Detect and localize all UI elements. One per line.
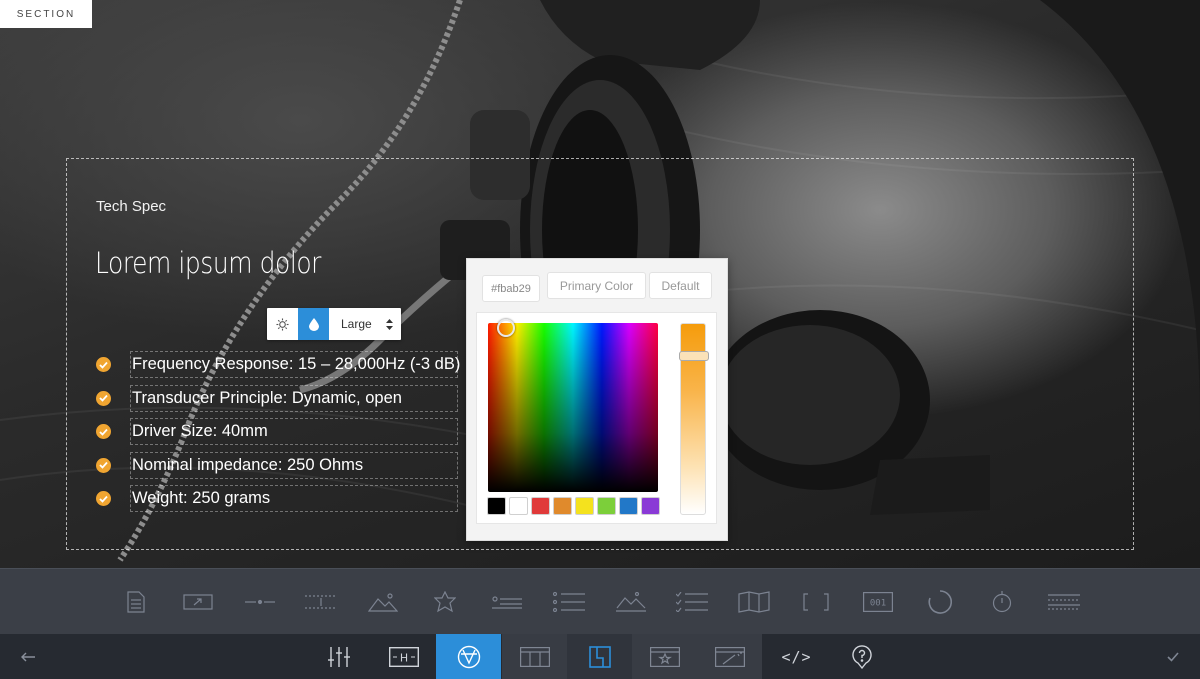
map-icon[interactable] bbox=[736, 589, 772, 615]
swatch-black[interactable] bbox=[487, 497, 506, 515]
spacer-icon[interactable] bbox=[303, 589, 339, 615]
spec-text[interactable]: Transducer Principle: Dynamic, open bbox=[130, 384, 458, 412]
list-item[interactable]: Transducer Principle: Dynamic, open bbox=[96, 382, 458, 416]
code-icon[interactable]: </> bbox=[764, 634, 829, 679]
help-icon[interactable] bbox=[829, 634, 894, 679]
heading-block-icon[interactable]: H bbox=[371, 634, 436, 679]
list-block-icon[interactable] bbox=[489, 589, 525, 615]
check-icon bbox=[96, 457, 111, 473]
check-icon bbox=[96, 424, 111, 440]
color-picker-panel bbox=[476, 312, 717, 524]
swatch-orange[interactable] bbox=[553, 497, 572, 515]
counter-icon[interactable]: 001 bbox=[860, 589, 896, 615]
main-toolbar: H </> bbox=[0, 634, 1200, 679]
spec-text[interactable]: Frequency Response: 15 – 28,000Hz (-3 dB… bbox=[130, 351, 460, 379]
timer-icon[interactable] bbox=[984, 589, 1020, 615]
image-link-icon[interactable] bbox=[180, 589, 216, 615]
lightness-slider[interactable] bbox=[679, 323, 709, 515]
primary-color-button[interactable]: Primary Color bbox=[547, 272, 646, 299]
swatch-red[interactable] bbox=[531, 497, 550, 515]
headline[interactable]: Lorem ipsum dolor bbox=[95, 246, 321, 280]
swatch-blue[interactable] bbox=[619, 497, 638, 515]
swatch-purple[interactable] bbox=[641, 497, 660, 515]
spec-text[interactable]: Weight: 250 grams bbox=[130, 485, 458, 513]
eyebrow-text[interactable]: Tech Spec bbox=[96, 198, 166, 215]
list-item[interactable]: Nominal impedance: 250 Ohms bbox=[96, 449, 458, 483]
spec-list: Frequency Response: 15 – 28,000Hz (-3 dB… bbox=[96, 348, 460, 516]
color-picker-handle[interactable] bbox=[497, 319, 515, 337]
size-select-value: Large bbox=[341, 317, 372, 331]
sliders-icon[interactable] bbox=[306, 634, 371, 679]
spec-text[interactable]: Nominal impedance: 250 Ohms bbox=[130, 451, 458, 479]
bullet-list-icon[interactable] bbox=[551, 589, 587, 615]
hex-value-field[interactable]: #fbab29 bbox=[482, 275, 540, 302]
image-icon[interactable] bbox=[365, 589, 401, 615]
design-style-icon[interactable] bbox=[436, 634, 501, 679]
gallery-icon[interactable] bbox=[613, 589, 649, 615]
list-item[interactable]: Frequency Response: 15 – 28,000Hz (-3 dB… bbox=[96, 348, 460, 382]
list-item[interactable]: Weight: 250 grams bbox=[96, 482, 458, 516]
text-style-toolbar: Large bbox=[267, 308, 401, 340]
section-tag[interactable]: SECTION bbox=[0, 0, 92, 28]
list-item[interactable]: Driver Size: 40mm bbox=[96, 415, 458, 449]
element-tray: 001 bbox=[0, 568, 1200, 634]
color-picker: #fbab29 Primary Color Default bbox=[466, 258, 728, 541]
checklist-icon[interactable] bbox=[674, 589, 710, 615]
check-icon bbox=[96, 357, 111, 373]
default-color-button[interactable]: Default bbox=[649, 272, 712, 299]
magic-wand-block-icon[interactable] bbox=[697, 634, 762, 679]
circle-progress-icon[interactable] bbox=[922, 589, 958, 615]
brackets-icon[interactable] bbox=[798, 589, 834, 615]
featured-block-icon[interactable] bbox=[632, 634, 697, 679]
lightness-slider-handle[interactable] bbox=[679, 351, 709, 361]
droplet-icon[interactable] bbox=[298, 308, 329, 340]
heading-block-label: H bbox=[399, 651, 407, 664]
star-badge-icon[interactable] bbox=[427, 589, 463, 615]
swatch-yellow[interactable] bbox=[575, 497, 594, 515]
confirm-check-icon[interactable] bbox=[1146, 634, 1200, 679]
divider-icon[interactable] bbox=[242, 589, 278, 615]
document-icon[interactable] bbox=[118, 589, 154, 615]
code-label: </> bbox=[781, 647, 812, 666]
sun-icon[interactable] bbox=[267, 308, 298, 340]
swatch-green[interactable] bbox=[597, 497, 616, 515]
counter-label: 001 bbox=[870, 599, 886, 609]
check-icon bbox=[96, 491, 111, 507]
swatch-row bbox=[487, 497, 660, 515]
swatch-white[interactable] bbox=[509, 497, 528, 515]
lines-icon[interactable] bbox=[1046, 589, 1082, 615]
spec-text[interactable]: Driver Size: 40mm bbox=[130, 418, 458, 446]
columns-layout-icon[interactable] bbox=[502, 634, 567, 679]
hue-saturation-area[interactable] bbox=[488, 319, 658, 492]
back-arrow-icon[interactable] bbox=[0, 634, 56, 679]
grid-layout-icon[interactable] bbox=[567, 634, 632, 679]
size-select[interactable]: Large bbox=[329, 308, 401, 340]
select-arrows-icon bbox=[386, 318, 393, 330]
check-icon bbox=[96, 390, 111, 406]
